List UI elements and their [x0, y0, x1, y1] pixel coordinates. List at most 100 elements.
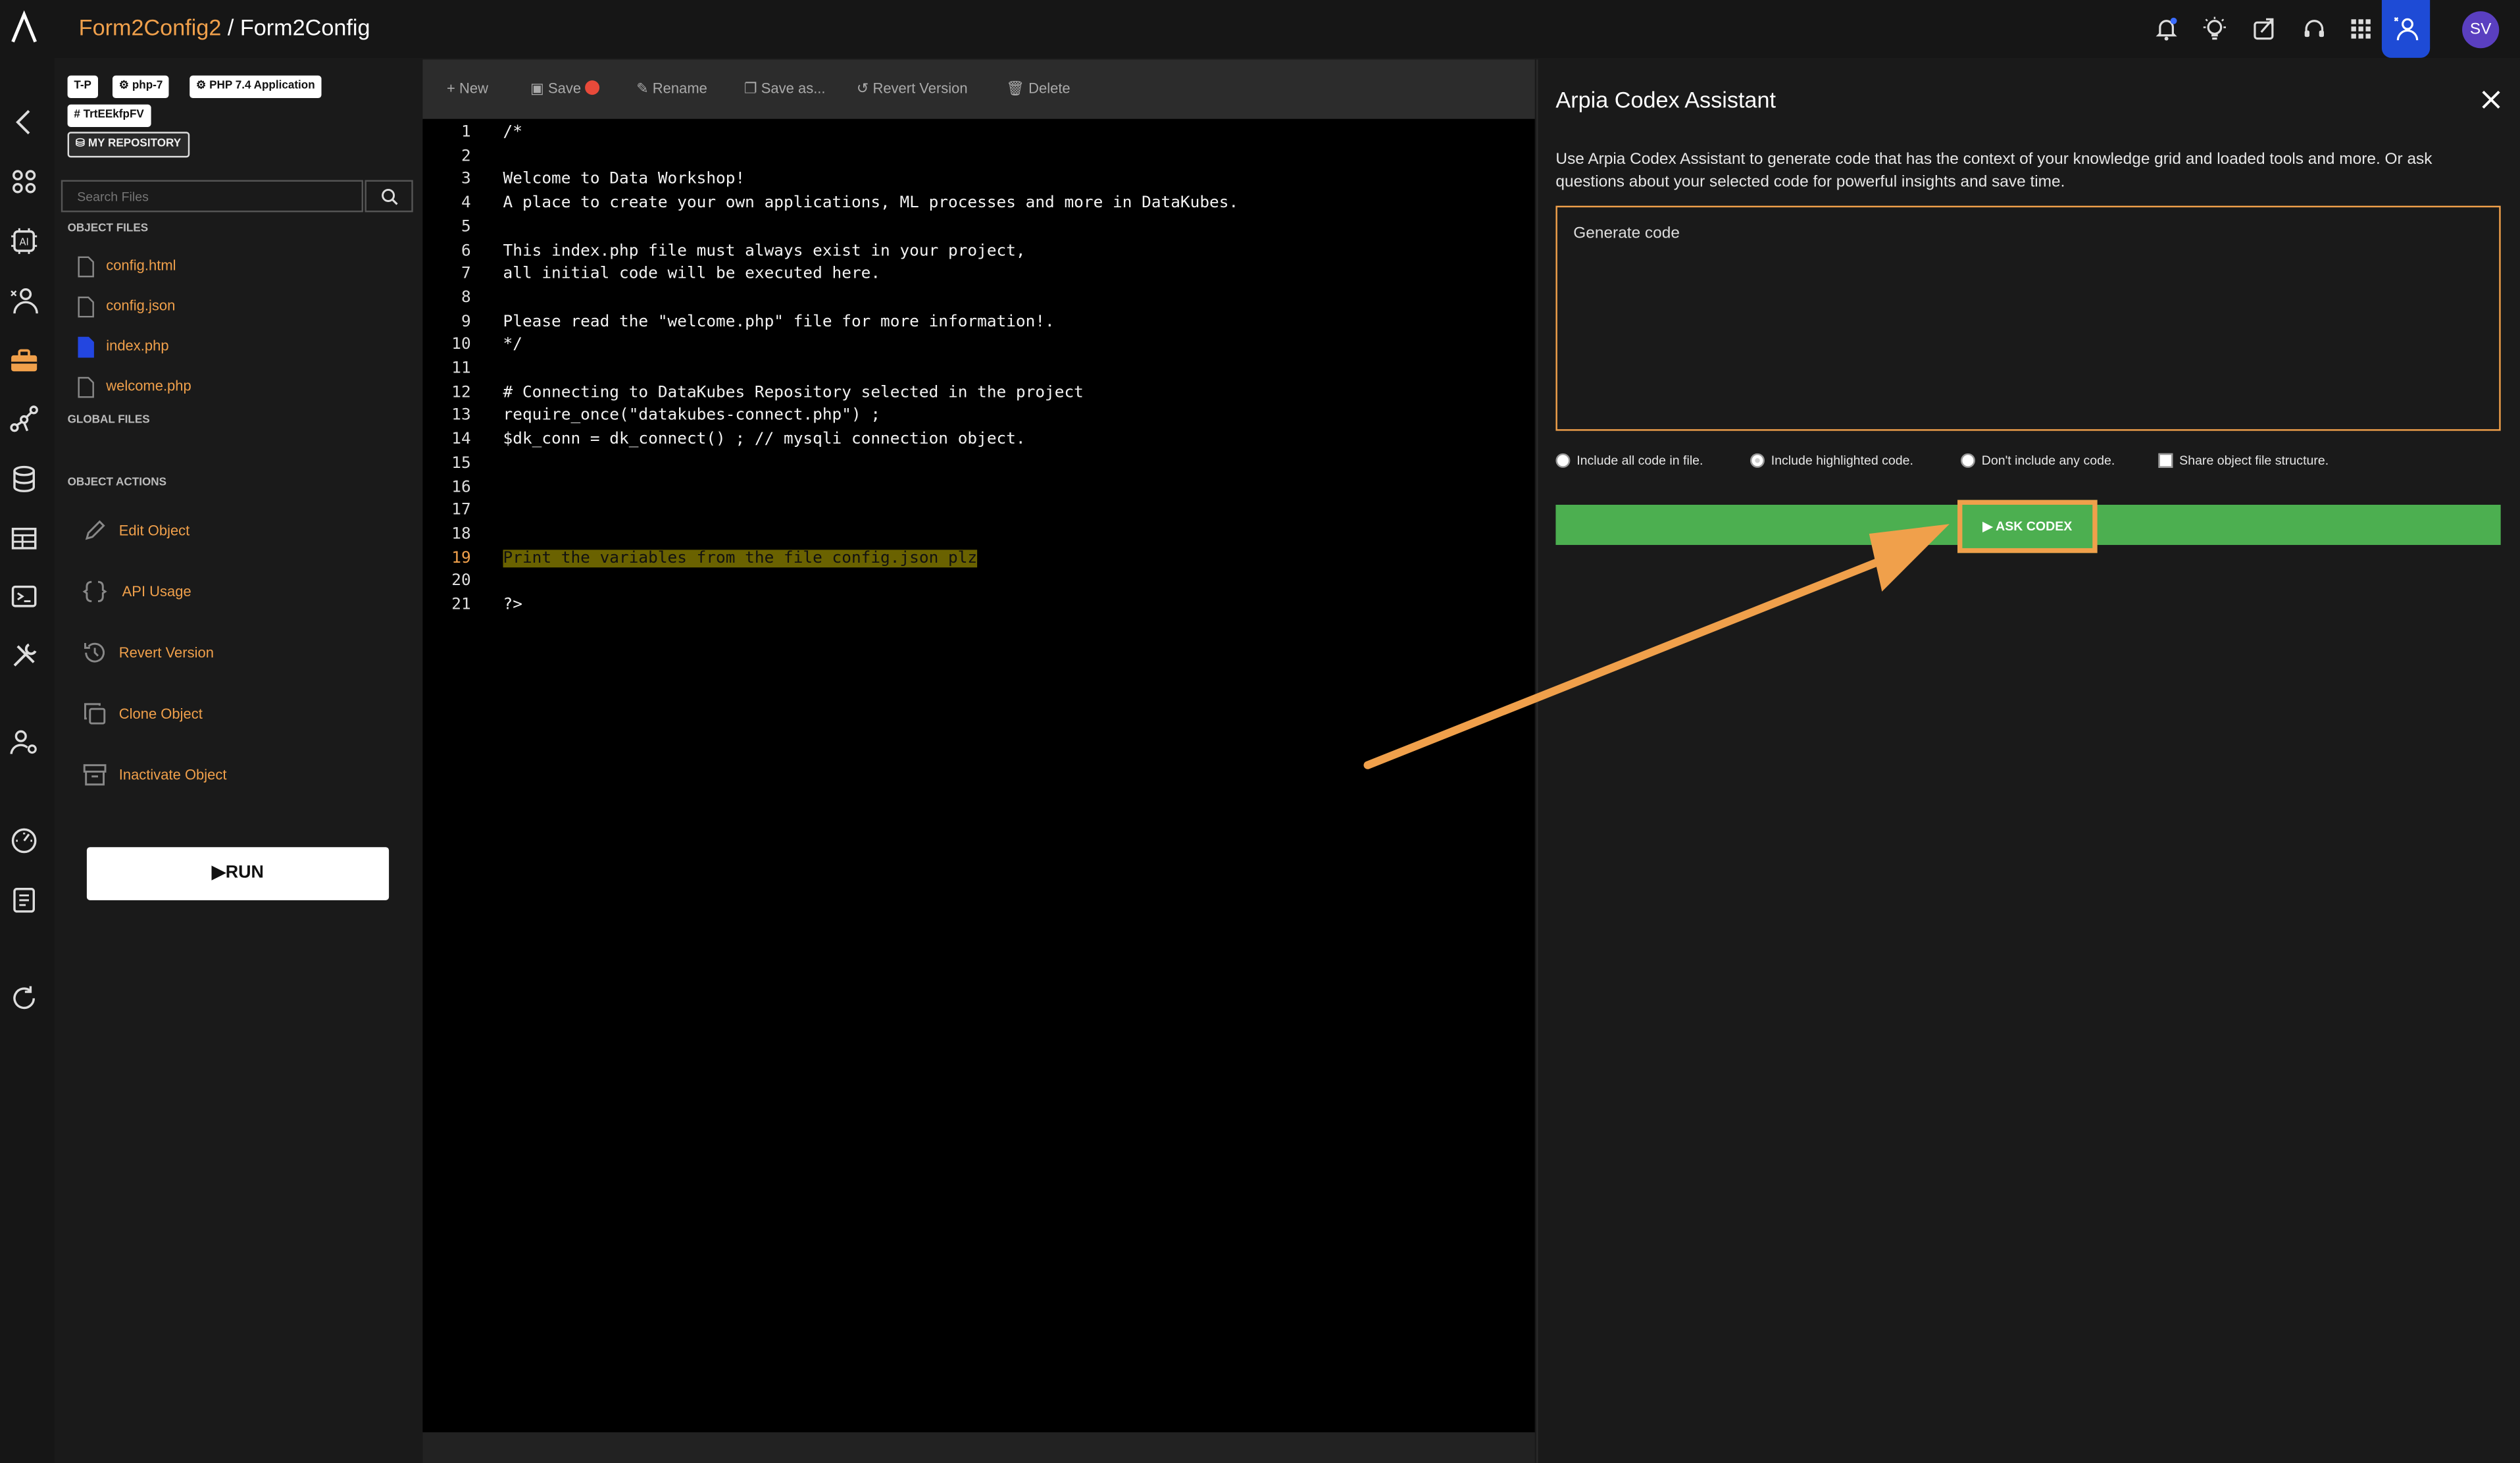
run-button[interactable]: ▶RUN [86, 847, 390, 900]
apps-grid-icon[interactable] [2348, 16, 2374, 41]
history-icon [84, 642, 105, 663]
codex-assistant-button[interactable] [2381, 0, 2431, 58]
option-share-structure[interactable]: Share object file structure. [2158, 453, 2329, 468]
tag-object-id[interactable]: # TrtEEkfpFV [67, 104, 151, 127]
share-structure-checkbox[interactable] [2158, 453, 2173, 468]
terminal-icon[interactable] [10, 582, 39, 611]
tag-php-app[interactable]: ⚙ PHP 7.4 Application [189, 75, 322, 98]
clone-object-action[interactable]: Clone Object [119, 706, 203, 721]
delete-button[interactable]: 🗑 Delete [1006, 80, 1071, 98]
no-code-radio[interactable] [1960, 453, 1975, 468]
save-as-label: Save as... [761, 80, 826, 97]
rename-button[interactable]: ✎ Rename [636, 80, 707, 98]
file-config-json[interactable]: config.json [106, 297, 175, 313]
tag-php-7[interactable]: ⚙ php-7 [112, 75, 170, 98]
search-button[interactable] [365, 180, 413, 213]
option-no-code[interactable]: Don't include any code. [1960, 453, 2115, 468]
modules-icon[interactable] [10, 167, 39, 196]
breadcrumb-project[interactable]: Form2Config2 [79, 14, 222, 40]
inactivate-object-action[interactable]: Inactivate Object [119, 767, 227, 783]
revert-version-button[interactable]: ↺ Revert Version [857, 80, 968, 98]
ask-codex-button[interactable]: ▶ ASK CODEX [1957, 500, 2098, 553]
database-icon[interactable] [10, 465, 39, 494]
code-line[interactable]: Print the variables from the file config… [503, 549, 978, 567]
code-line[interactable]: This index.php file must always exist in… [503, 242, 1026, 260]
codex-prompt-input[interactable]: Generate code [1555, 205, 2501, 431]
line-number: 17 [451, 501, 471, 520]
include-all-label: Include all code in file. [1576, 453, 1703, 468]
object-files-heading: OBJECT FILES [67, 223, 149, 235]
search-files-input[interactable] [61, 180, 364, 213]
braces-icon [82, 580, 107, 602]
file-icon [78, 296, 94, 318]
object-actions-heading: OBJECT ACTIONS [67, 477, 166, 489]
highlighted-code[interactable]: Print the variables from the file config… [503, 549, 978, 567]
codex-description: Use Arpia Codex Assistant to generate co… [1555, 151, 2432, 192]
documentation-icon[interactable] [10, 886, 39, 915]
arpia-logo-icon[interactable] [10, 10, 39, 45]
share-icon[interactable] [2252, 16, 2277, 41]
tag-t-p[interactable]: T-P [67, 75, 98, 98]
rename-pencil-icon: ✎ [636, 80, 653, 97]
tag-my-repository[interactable]: ⛁ MY REPOSITORY [67, 132, 189, 158]
back-chevron-icon[interactable] [10, 108, 39, 137]
user-settings-icon[interactable] [10, 728, 39, 757]
code-line[interactable]: A place to create your own applications,… [503, 195, 1239, 213]
copy-icon: ❐ [743, 80, 761, 97]
annotation-arrow-icon [1363, 524, 1950, 769]
notification-bell-icon[interactable] [2154, 16, 2179, 41]
global-files-heading: GLOBAL FILES [67, 415, 150, 426]
api-usage-action[interactable]: API Usage [122, 584, 191, 600]
line-number: 8 [461, 289, 471, 307]
save-button[interactable]: ▣ Save [530, 80, 600, 98]
clone-icon [84, 703, 106, 725]
pencil-icon [85, 520, 105, 540]
line-number: 5 [461, 218, 471, 236]
code-line[interactable]: all initial code will be executed here. [503, 265, 881, 283]
tools-icon[interactable] [10, 642, 39, 671]
code-line[interactable]: require_once("datakubes-connect.php") ; [503, 407, 881, 425]
option-include-all[interactable]: Include all code in file. [1555, 453, 1703, 468]
revert-version-action[interactable]: Revert Version [119, 644, 214, 660]
code-line[interactable]: ?> [503, 596, 522, 614]
code-line[interactable]: $dk_conn = dk_connect() ; // mysqli conn… [503, 431, 1026, 449]
code-line[interactable]: Please read the "welcome.php" file for m… [503, 313, 1055, 330]
lightbulb-icon[interactable] [2202, 16, 2227, 41]
code-line[interactable]: /* [503, 124, 522, 141]
support-headset-icon[interactable] [2302, 16, 2327, 41]
line-number: 2 [461, 147, 471, 165]
code-line[interactable]: # Connecting to DataKubes Repository sel… [503, 384, 1084, 401]
code-line[interactable]: Welcome to Data Workshop! [503, 171, 745, 189]
include-highlighted-radio[interactable] [1750, 453, 1765, 468]
tag-php-7-label: php-7 [132, 80, 163, 92]
include-highlighted-label: Include highlighted code. [1771, 453, 1913, 468]
close-icon[interactable] [2480, 88, 2502, 111]
table-icon[interactable] [10, 524, 39, 553]
ai-person-rail-icon[interactable] [10, 286, 39, 315]
line-number: 9 [461, 313, 471, 331]
svg-text:AI: AI [19, 236, 28, 247]
line-number: 15 [451, 454, 471, 473]
toolbox-icon[interactable] [10, 346, 39, 374]
revert-label: Revert Version [872, 80, 968, 97]
file-config-html[interactable]: config.html [106, 257, 176, 273]
tag-hash-icon: # [74, 109, 84, 121]
option-include-highlighted[interactable]: Include highlighted code. [1750, 453, 1913, 468]
refresh-icon[interactable] [10, 984, 39, 1013]
pipeline-icon[interactable] [10, 405, 39, 434]
save-as-button[interactable]: ❐ Save as... [744, 80, 826, 98]
code-line[interactable]: */ [503, 336, 522, 354]
plus-icon: + [447, 80, 460, 97]
edit-object-action[interactable]: Edit Object [119, 523, 190, 538]
delete-label: Delete [1028, 80, 1071, 97]
tag-db-icon: ⛁ [75, 138, 88, 150]
save-disk-icon: ▣ [530, 80, 548, 97]
include-all-radio[interactable] [1555, 453, 1571, 468]
dashboard-gauge-icon[interactable] [10, 826, 39, 855]
ai-chip-icon[interactable]: AI [10, 226, 39, 255]
file-index-php[interactable]: index.php [106, 338, 168, 353]
file-welcome-php[interactable]: welcome.php [106, 378, 191, 394]
new-button[interactable]: + New [447, 80, 488, 96]
user-avatar[interactable]: SV [2462, 11, 2500, 49]
top-bar [0, 0, 2520, 58]
